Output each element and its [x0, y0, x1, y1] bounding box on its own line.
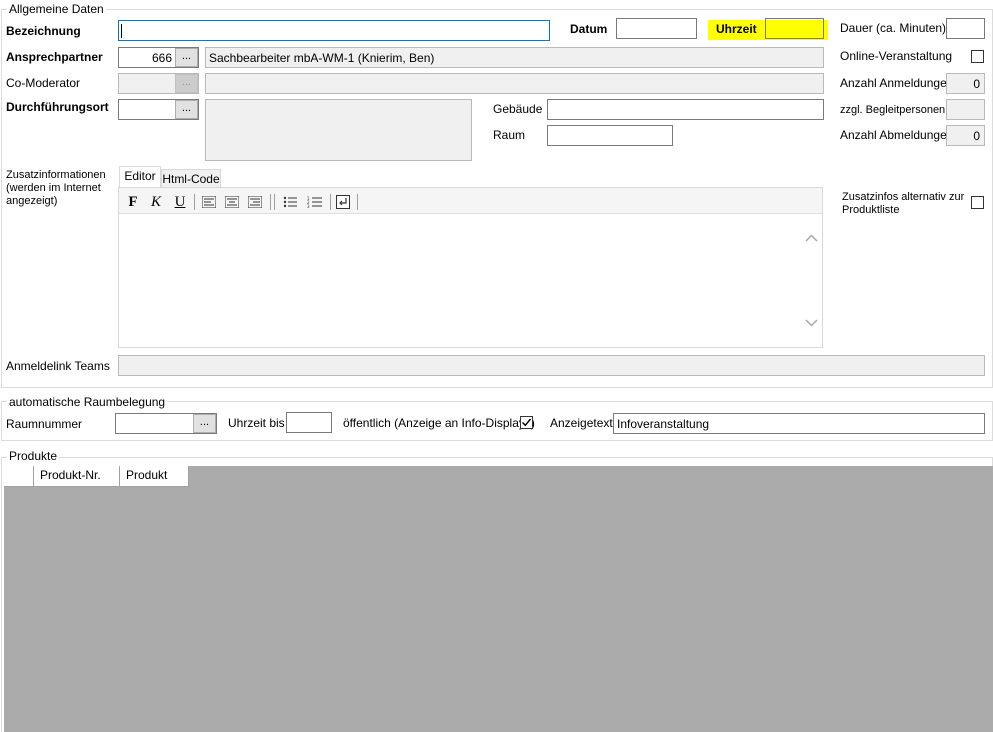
anzahl-anmeldungen-field: 0	[946, 73, 985, 94]
begleitpersonen-field	[946, 99, 985, 120]
general-data-legend: Allgemeine Daten	[7, 2, 106, 16]
dauer-input[interactable]	[946, 18, 985, 39]
co-moderator-label: Co-Moderator	[6, 76, 81, 90]
products-grid[interactable]	[4, 466, 993, 732]
raum-label: Raum	[493, 128, 526, 142]
align-right-icon[interactable]	[245, 193, 265, 211]
anzeigetext-input[interactable]: Infoveranstaltung	[613, 413, 985, 434]
tab-html-code[interactable]: Html-Code	[161, 169, 221, 189]
zusatzinfos-alternativ-checkbox[interactable]	[971, 196, 984, 209]
anzahl-abmeldungen-field: 0	[946, 125, 985, 146]
online-veranstaltung-checkbox[interactable]	[971, 50, 984, 63]
ansprechpartner-label: Ansprechpartner	[6, 50, 103, 64]
line-break-icon[interactable]	[333, 193, 353, 211]
co-moderator-name-field	[205, 73, 824, 94]
underline-button[interactable]: U	[170, 193, 190, 211]
text-caret	[121, 24, 122, 38]
zusatzinfos-alternativ-label-line1: Zusatzinfos alternativ zur	[842, 191, 965, 203]
grid-row-header-corner	[4, 466, 34, 487]
bullet-list-icon[interactable]	[280, 193, 300, 211]
durchfuehrungsort-browse-button[interactable]: ...	[175, 100, 198, 119]
oeffentlich-checkbox[interactable]	[520, 416, 533, 429]
scroll-up-icon[interactable]	[805, 231, 818, 245]
bezeichnung-label: Bezeichnung	[6, 24, 81, 38]
zusatzinfos-alternativ-label-line2: Produktliste	[842, 204, 900, 216]
zusatzinfo-label-line1: Zusatzinformationen	[6, 169, 106, 181]
uhrzeit-input[interactable]	[765, 18, 824, 39]
editor-content-area[interactable]	[120, 214, 801, 346]
zusatzinfo-label-line2: (werden im Internet	[6, 182, 101, 194]
check-icon	[521, 418, 532, 427]
svg-text:3: 3	[307, 204, 310, 208]
italic-button[interactable]: K	[146, 193, 166, 211]
anmeldelink-teams-field	[118, 355, 985, 376]
toolbar-separator	[357, 194, 358, 210]
online-veranstaltung-label: Online-Veranstaltung	[840, 49, 953, 63]
raum-input[interactable]	[547, 125, 673, 146]
datum-label: Datum	[570, 22, 608, 36]
begleitpersonen-label: zzgl. Begleitpersonen	[840, 104, 946, 116]
column-header-produkt-nr[interactable]: Produkt-Nr.	[34, 466, 120, 487]
scroll-down-icon[interactable]	[805, 316, 818, 330]
uhrzeit-bis-input[interactable]	[286, 412, 332, 433]
toolbar-separator	[194, 194, 195, 210]
align-center-icon[interactable]	[222, 193, 242, 211]
anzahl-abmeldungen-label: Anzahl Abmeldungen	[840, 128, 954, 142]
anzeigetext-label: Anzeigetext	[550, 416, 613, 430]
gebaeude-label: Gebäude	[493, 102, 543, 116]
co-moderator-browse-button: ...	[175, 74, 198, 93]
column-header-produkt[interactable]: Produkt	[120, 466, 189, 487]
gebaeude-input[interactable]	[547, 99, 824, 120]
toolbar-separator	[330, 194, 331, 210]
room-booking-legend: automatische Raumbelegung	[7, 395, 168, 409]
durchfuehrungsort-address-field	[205, 99, 472, 161]
toolbar-separator	[270, 194, 271, 210]
uhrzeit-label: Uhrzeit	[716, 22, 757, 36]
raumnummer-browse-button[interactable]: ...	[193, 414, 216, 433]
durchfuehrungsort-label: Durchführungsort	[6, 100, 109, 114]
oeffentlich-label: öffentlich (Anzeige an Info-Displays)	[343, 416, 535, 430]
ansprechpartner-name-field: Sachbearbeiter mbA-WM-1 (Knierim, Ben)	[205, 47, 824, 68]
align-left-icon[interactable]	[199, 193, 219, 211]
ansprechpartner-browse-button[interactable]: ...	[175, 48, 198, 67]
bold-button[interactable]: F	[123, 193, 143, 211]
raumnummer-label: Raumnummer	[6, 417, 83, 431]
tab-editor[interactable]: Editor	[119, 166, 161, 188]
products-legend: Produkte	[7, 449, 60, 463]
uhrzeit-bis-label: Uhrzeit bis	[228, 416, 285, 430]
bezeichnung-input[interactable]	[118, 20, 550, 41]
toolbar-separator	[274, 194, 275, 210]
datum-input[interactable]	[616, 18, 697, 39]
anzahl-anmeldungen-label: Anzahl Anmeldungen	[840, 76, 954, 90]
zusatzinfo-label-line3: angezeigt)	[6, 195, 58, 207]
numbered-list-icon[interactable]: 123	[304, 193, 324, 211]
anmeldelink-teams-label: Anmeldelink Teams	[6, 359, 110, 373]
dauer-label: Dauer (ca. Minuten)	[840, 21, 947, 35]
